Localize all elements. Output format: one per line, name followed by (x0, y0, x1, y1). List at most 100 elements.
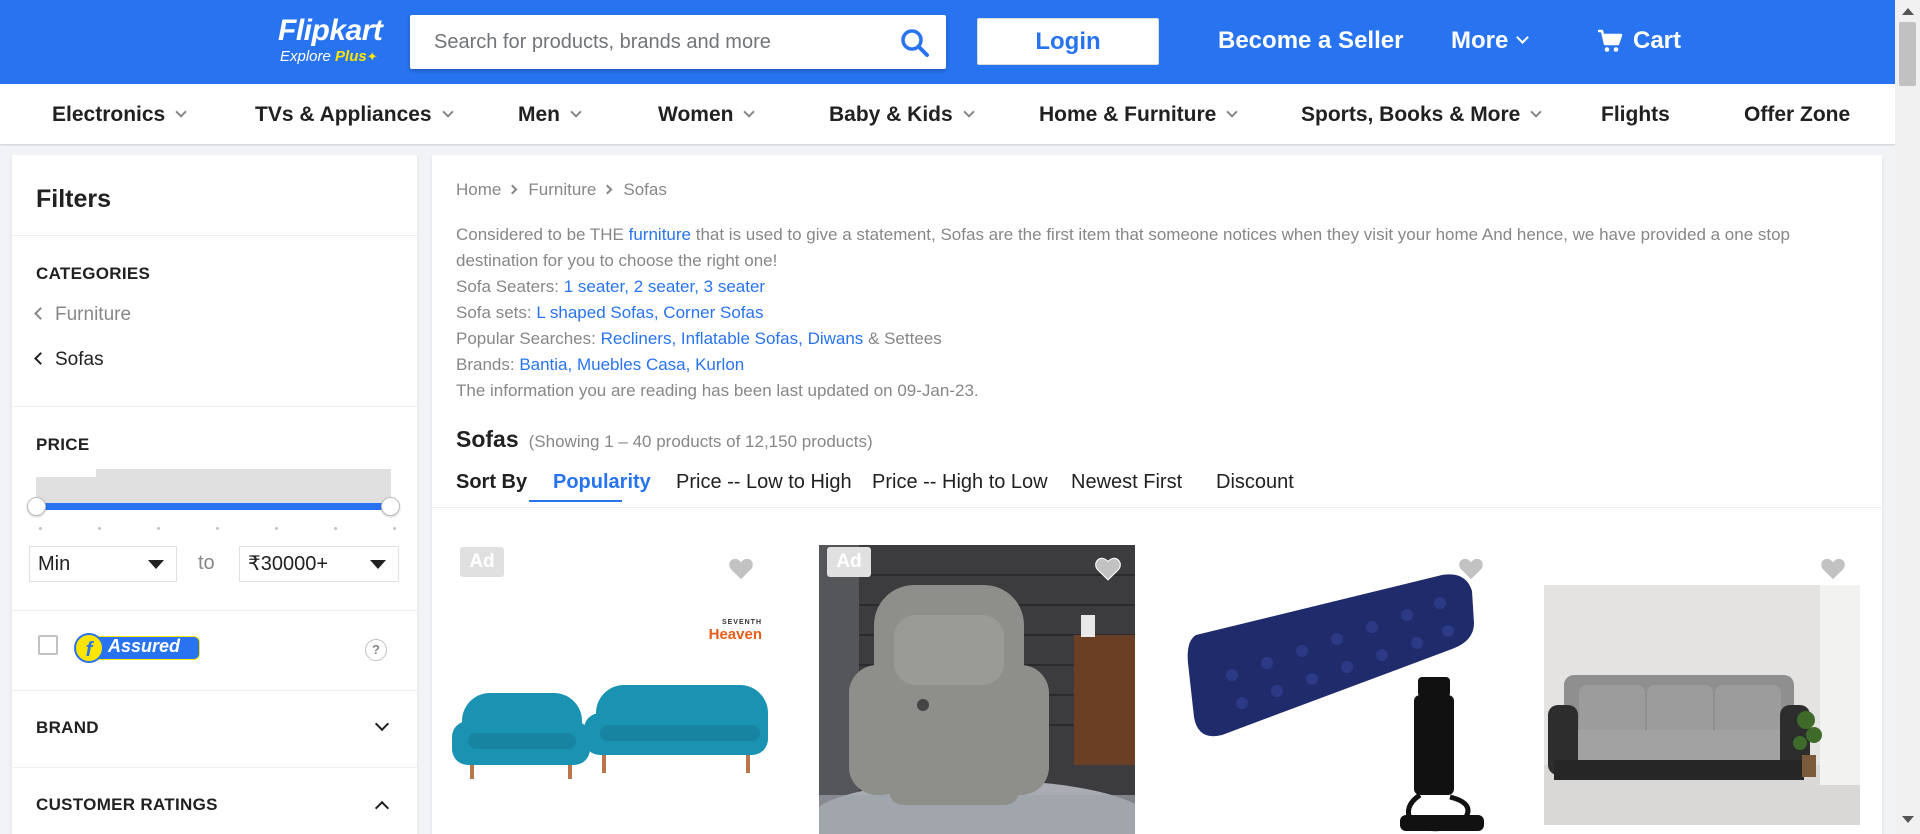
product-listing: Home Furniture Sofas Considered to be THE … (432, 155, 1882, 834)
chevron-down-icon (1516, 31, 1530, 44)
link-3-seater[interactable]: 3 seater (704, 277, 765, 296)
link-inflatable-sofas[interactable]: Inflatable Sofas (681, 329, 798, 348)
product-image[interactable] (1544, 545, 1860, 834)
link-corner-sofas[interactable]: Corner Sofas (663, 303, 763, 322)
brand-watermark: SEVENTH Heaven (708, 617, 762, 643)
nav-item-women[interactable]: Women (658, 103, 756, 127)
product-card[interactable] (1544, 545, 1874, 834)
price-heading: PRICE (36, 435, 90, 454)
link-2-seater[interactable]: 2 seater (634, 277, 695, 296)
breadcrumb-furniture[interactable]: Furniture (528, 180, 596, 199)
range-tick (39, 527, 42, 530)
comma: , (685, 355, 696, 374)
sort-price-low-high[interactable]: Price -- Low to High (676, 471, 852, 494)
nav-label: Electronics (52, 103, 166, 126)
sort-discount[interactable]: Discount (1216, 471, 1294, 494)
cart-link[interactable]: Cart (1633, 27, 1681, 55)
scrollbar-thumb[interactable] (1899, 22, 1916, 86)
nav-item-sports-books[interactable]: Sports, Books & More (1301, 103, 1543, 127)
link-l-shaped[interactable]: L shaped Sofas (536, 303, 654, 322)
chevron-left-icon (34, 307, 47, 320)
flipkart-logo[interactable]: Flipkart Explore Plus✦ (278, 14, 394, 66)
scroll-up-arrow-icon[interactable] (1902, 8, 1914, 15)
brand-watermark-name: Heaven (708, 626, 762, 643)
grey-recliner-image (819, 545, 1135, 834)
nav-item-men[interactable]: Men (518, 103, 582, 127)
login-button[interactable]: Login (977, 18, 1159, 65)
nav-label: Sports, Books & More (1301, 103, 1521, 126)
nav-item-offer-zone[interactable]: Offer Zone (1744, 103, 1850, 127)
price-min-handle[interactable] (27, 497, 46, 516)
chevron-right-icon (507, 184, 518, 195)
chevron-left-icon (34, 352, 47, 365)
logo-name: Flipkart (278, 14, 383, 47)
page-scrollbar[interactable] (1895, 0, 1920, 834)
price-range-track[interactable] (36, 503, 391, 510)
nav-item-flights[interactable]: Flights (1601, 103, 1670, 127)
teal-sofa-set-image (452, 545, 768, 834)
price-max-select[interactable]: ₹30000+ (239, 546, 399, 582)
link-1-seater[interactable]: 1 seater (564, 277, 625, 296)
ad-badge: Ad (460, 547, 504, 577)
category-item-furniture[interactable]: Furniture (34, 304, 131, 326)
become-seller-link[interactable]: Become a Seller (1218, 27, 1403, 55)
price-min-select[interactable]: Min (29, 546, 177, 582)
wishlist-heart-icon[interactable] (1820, 557, 1846, 581)
search-input[interactable] (410, 15, 880, 69)
breadcrumb-sofas[interactable]: Sofas (623, 180, 666, 199)
nav-item-electronics[interactable]: Electronics (52, 103, 187, 127)
price-to-label: to (198, 552, 215, 574)
product-card[interactable] (1182, 545, 1512, 834)
price-max-value: ₹30000+ (248, 553, 329, 575)
sort-price-high-low[interactable]: Price -- High to Low (872, 471, 1048, 494)
product-image[interactable] (1182, 545, 1498, 834)
customer-ratings-heading[interactable]: CUSTOMER RATINGS (36, 795, 218, 815)
chevron-down-icon (570, 106, 582, 118)
products-title: Sofas (456, 426, 519, 452)
brand-heading[interactable]: BRAND (36, 718, 99, 738)
wishlist-heart-icon[interactable] (1458, 557, 1484, 581)
category-item-sofas[interactable]: Sofas (34, 349, 104, 371)
desc-text: Considered to be THE (456, 225, 629, 244)
nav-item-home-furniture[interactable]: Home & Furniture (1039, 103, 1239, 127)
product-card[interactable]: Ad SEVENTH Heaven (452, 545, 782, 834)
link-diwans[interactable]: Diwans (808, 329, 864, 348)
comma: , (653, 303, 664, 322)
wishlist-heart-icon[interactable] (1095, 557, 1121, 581)
product-image[interactable] (819, 545, 1135, 834)
range-tick (334, 527, 337, 530)
furniture-link[interactable]: furniture (629, 225, 691, 244)
chevron-down-icon[interactable] (374, 716, 390, 732)
link-bantia[interactable]: Bantia (519, 355, 567, 374)
wishlist-heart-icon[interactable] (728, 557, 754, 581)
nav-label: Flights (1601, 103, 1670, 126)
divider (432, 507, 1882, 508)
cart-icon[interactable] (1597, 28, 1623, 54)
sort-newest-first[interactable]: Newest First (1071, 471, 1182, 494)
link-muebles-casa[interactable]: Muebles Casa (577, 355, 686, 374)
help-icon[interactable]: ? (365, 639, 387, 661)
search-icon[interactable] (900, 28, 930, 58)
scroll-down-arrow-icon[interactable] (1902, 816, 1914, 823)
nav-item-tvs-appliances[interactable]: TVs & Appliances (255, 103, 454, 127)
product-card[interactable]: Ad (819, 545, 1149, 834)
assured-checkbox[interactable] (38, 635, 58, 655)
desc-sets: Sofa sets: L shaped Sofas, Corner Sofas (456, 300, 1856, 326)
nav-item-baby-kids[interactable]: Baby & Kids (829, 103, 975, 127)
divider (12, 406, 417, 407)
range-tick (98, 527, 101, 530)
assured-label: Assured (108, 636, 181, 656)
chevron-up-icon[interactable] (374, 800, 390, 816)
flipkart-assured-badge: Assured f (74, 633, 202, 663)
breadcrumb-home[interactable]: Home (456, 180, 501, 199)
divider (12, 610, 417, 611)
popular-label: Popular Searches: (456, 329, 601, 348)
product-image[interactable] (452, 545, 768, 834)
sort-popularity[interactable]: Popularity (553, 471, 651, 494)
link-kurlon[interactable]: Kurlon (695, 355, 744, 374)
more-menu[interactable]: More (1451, 27, 1530, 55)
link-recliners[interactable]: Recliners (601, 329, 672, 348)
comma: , (671, 329, 681, 348)
desc-updated: The information you are reading has been… (456, 381, 979, 400)
price-max-handle[interactable] (381, 497, 400, 516)
